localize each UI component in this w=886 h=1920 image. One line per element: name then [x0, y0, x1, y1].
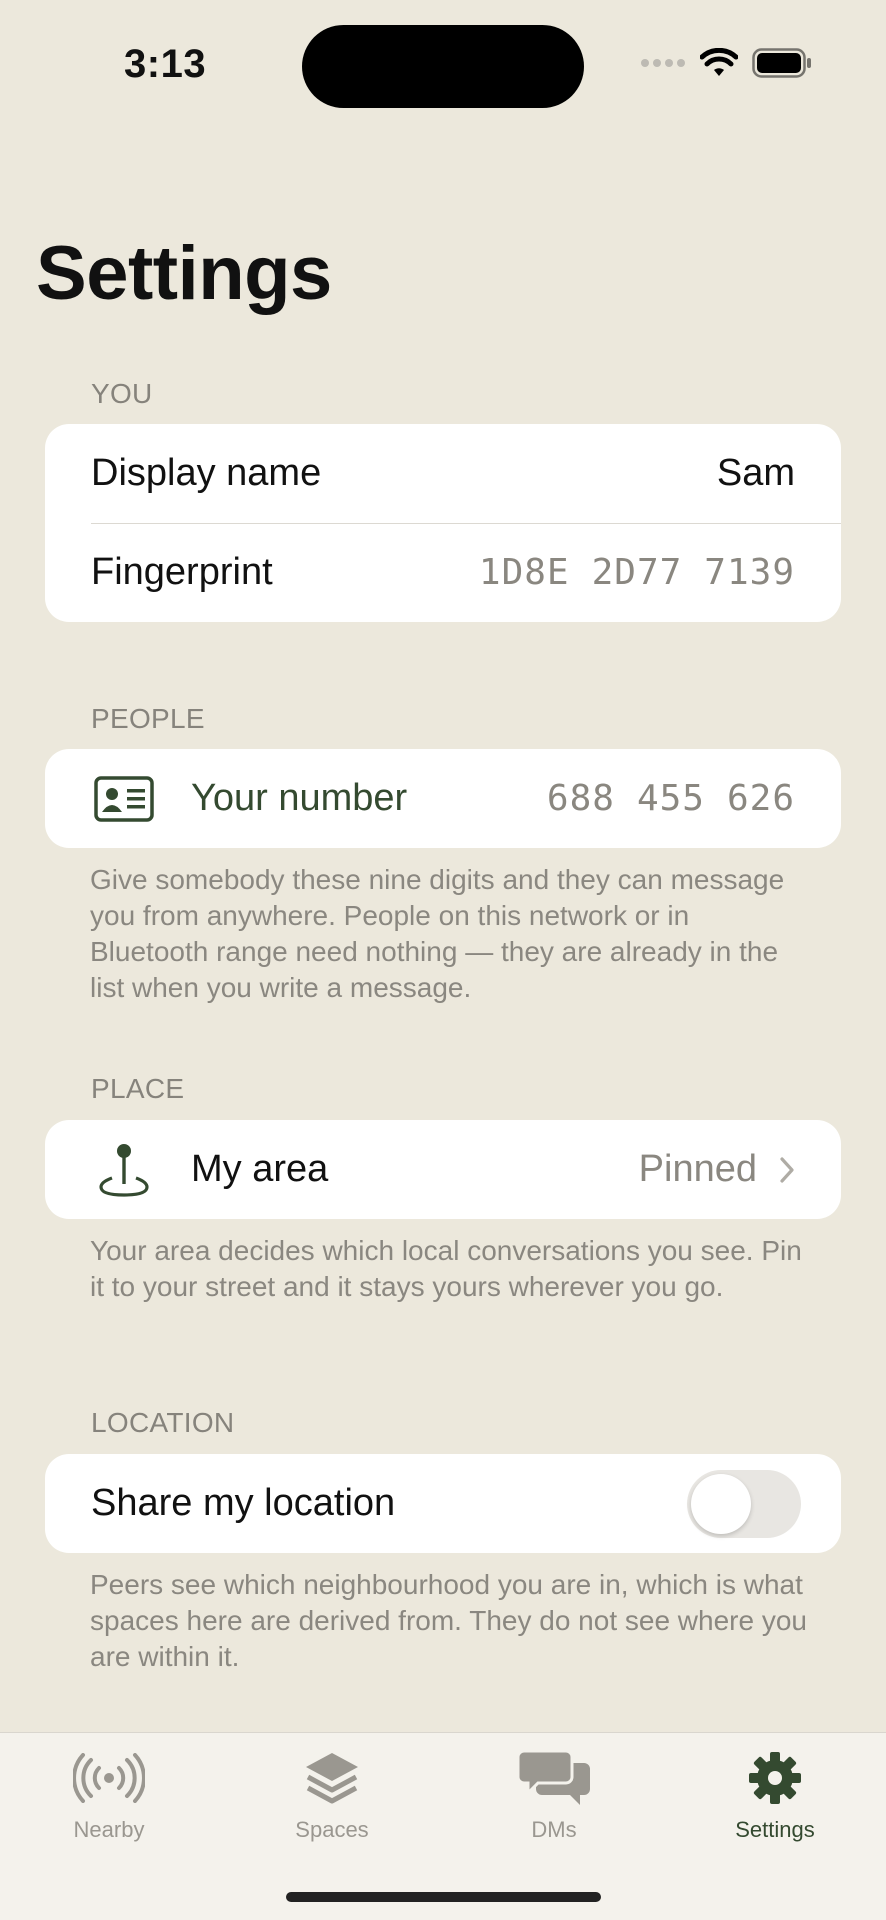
tab-nearby[interactable]: Nearby — [19, 1743, 199, 1843]
section-header-you: YOU — [91, 378, 153, 409]
fingerprint-label: Fingerprint — [91, 551, 273, 593]
gear-icon — [747, 1743, 803, 1813]
map-pin-icon — [91, 1140, 157, 1200]
page-title: Settings — [36, 231, 332, 316]
fingerprint-group: 1D8E — [478, 552, 570, 593]
fingerprint-row: Fingerprint 1D8E 2D77 7139 — [45, 523, 841, 622]
section-header-location: LOCATION — [91, 1407, 235, 1438]
location-footer: Peers see which neighbourhood you are in… — [90, 1569, 807, 1672]
tab-dms[interactable]: DMs — [464, 1743, 644, 1843]
cellular-signal-icon — [641, 59, 685, 67]
broadcast-icon — [73, 1743, 145, 1813]
display-name-row[interactable]: Display name Sam — [45, 424, 841, 523]
tab-spaces[interactable]: Spaces — [242, 1743, 422, 1843]
my-area-label: My area — [191, 1148, 329, 1190]
share-location-row: Share my location — [45, 1454, 841, 1553]
my-area-row[interactable]: My area Pinned — [45, 1120, 841, 1219]
status-time: 3:13 — [124, 42, 207, 86]
home-indicator — [286, 1892, 601, 1902]
section-header-people: PEOPLE — [91, 703, 205, 734]
fingerprint-group: 2D77 — [591, 552, 683, 593]
tab-settings[interactable]: Settings — [685, 1743, 865, 1843]
number-group: 688 — [546, 778, 615, 819]
status-icons — [640, 48, 812, 78]
your-number-value: 688 455 626 — [525, 778, 795, 819]
chevron-right-icon — [780, 1156, 794, 1183]
fingerprint-value: 1D8E 2D77 7139 — [457, 552, 795, 593]
location-card: Share my location — [45, 1454, 841, 1553]
dynamic-island — [302, 25, 584, 108]
wifi-icon — [700, 48, 738, 76]
my-area-value: Pinned — [638, 1148, 757, 1190]
chat-bubbles-icon — [516, 1743, 592, 1813]
layers-icon — [302, 1743, 362, 1813]
place-card: My area Pinned — [45, 1120, 841, 1219]
your-number-row[interactable]: Your number 688 455 626 — [45, 749, 841, 848]
tab-label: Nearby — [73, 1817, 145, 1842]
people-card: Your number 688 455 626 — [45, 749, 841, 848]
number-group: 626 — [726, 778, 795, 819]
contact-card-icon — [91, 769, 157, 829]
status-bar: 3:13 — [0, 0, 886, 130]
your-number-label: Your number — [191, 777, 408, 819]
people-footer: Give somebody these nine digits and they… — [90, 864, 785, 1003]
battery-icon — [752, 48, 811, 78]
tab-label: Settings — [735, 1817, 815, 1842]
tab-label: Spaces — [295, 1817, 369, 1842]
section-header-place: PLACE — [91, 1073, 185, 1104]
share-location-label: Share my location — [91, 1482, 396, 1524]
number-group: 455 — [636, 778, 705, 819]
place-footer: Your area decides which local conversati… — [90, 1235, 802, 1302]
fingerprint-group: 7139 — [704, 552, 795, 593]
you-card: Display name Sam Fingerprint 1D8E 2D77 713… — [45, 424, 841, 622]
tab-label: DMs — [531, 1817, 577, 1842]
share-location-toggle[interactable] — [687, 1469, 801, 1538]
display-name-value: Sam — [716, 452, 795, 494]
toggle-knob — [691, 1473, 751, 1534]
display-name-label: Display name — [91, 452, 322, 494]
